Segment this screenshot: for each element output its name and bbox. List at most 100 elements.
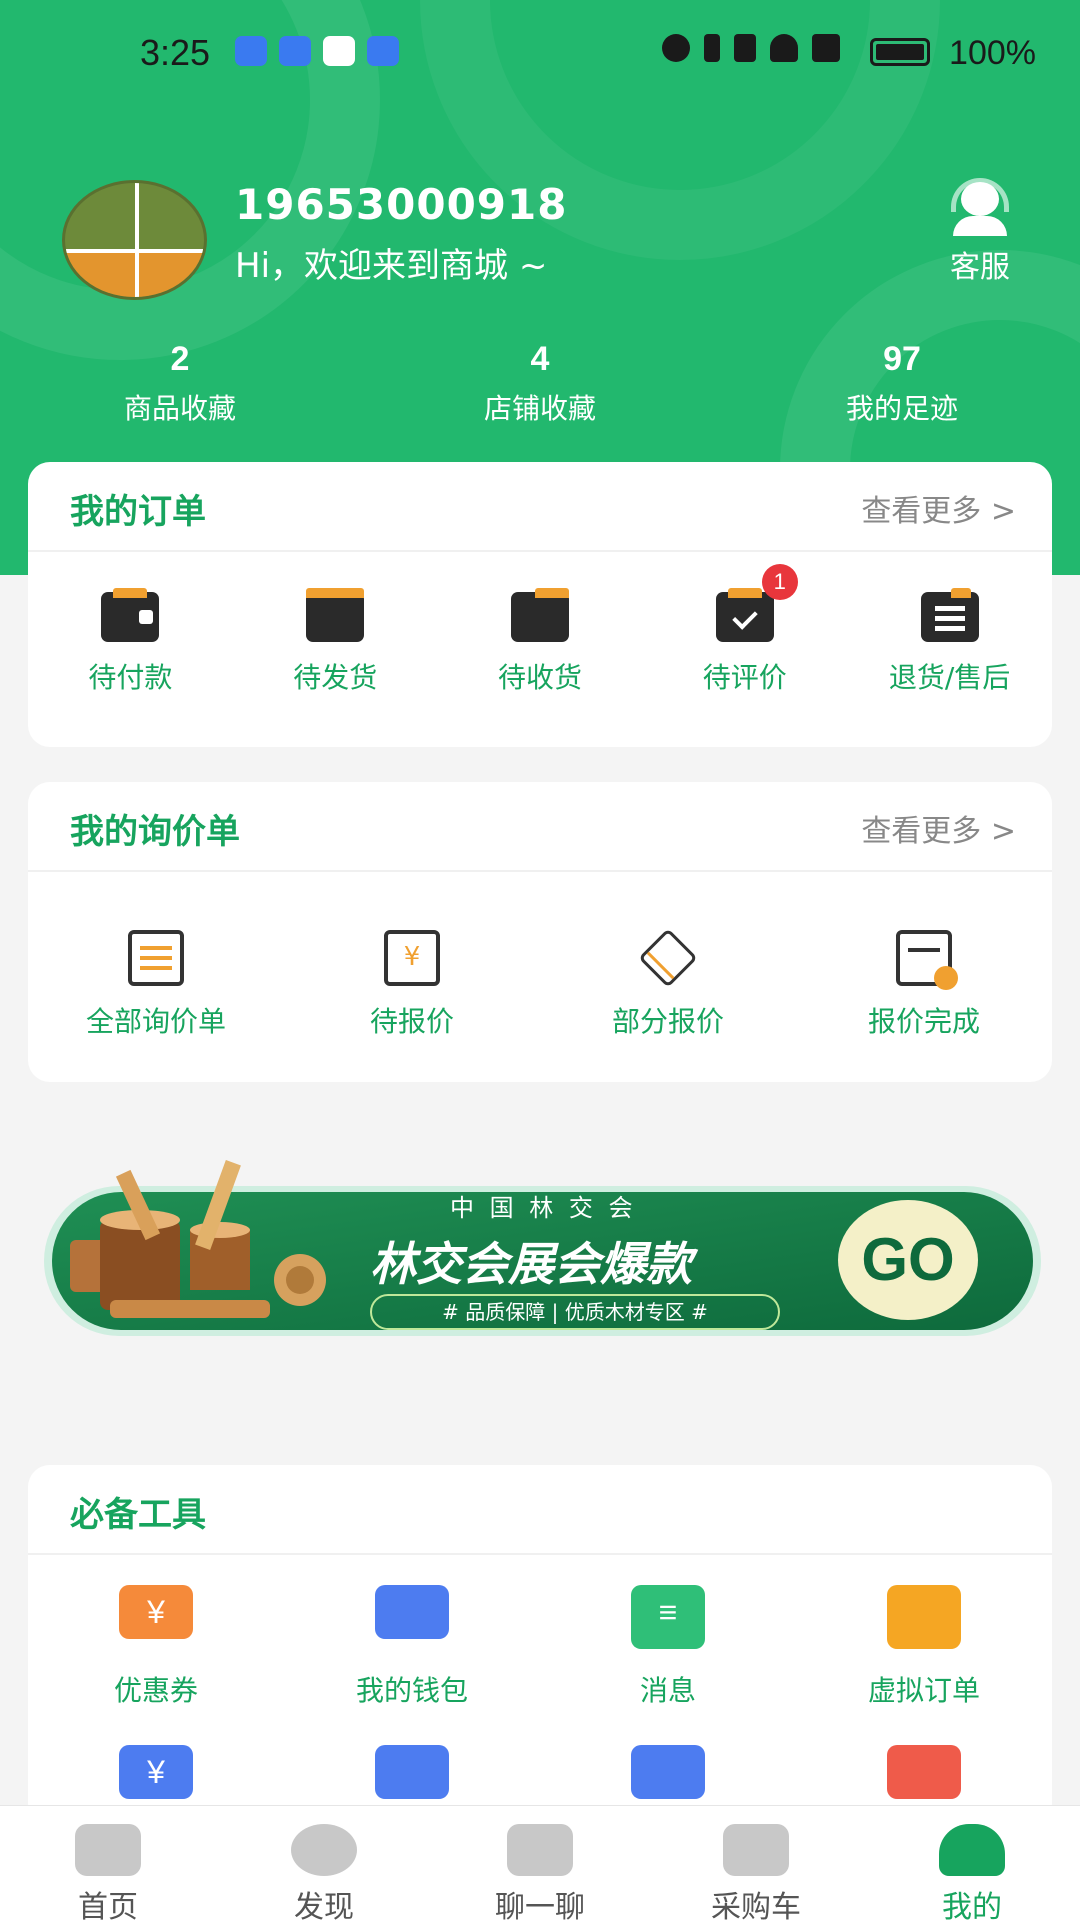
order-item-pending-shipment[interactable]: 待发货: [233, 588, 438, 696]
banner-org: 中 国 林 交 会: [450, 1194, 637, 1222]
tool-label: 优惠券: [113, 1674, 198, 1707]
inquiry-item-label: 待报价: [369, 1005, 454, 1038]
notification-icons: [235, 36, 399, 66]
eye-icon: [662, 34, 690, 62]
inquiry-item-quote-complete[interactable]: 报价完成: [796, 930, 1052, 1040]
compass-icon: [291, 1824, 357, 1876]
tool-messages[interactable]: ≡ 消息: [540, 1585, 796, 1709]
tool-label: 虚拟订单: [867, 1674, 980, 1707]
order-item-pending-receipt[interactable]: 待收货: [438, 588, 643, 696]
orders-card: 我的订单 查看更多 > 待付款 待发货 待收货 1 待评价 退货/售后: [28, 462, 1052, 747]
tools-card-header: 必备工具: [28, 1465, 1052, 1555]
inquiry-item-all[interactable]: 全部询价单: [28, 930, 284, 1040]
order-item-pending-review[interactable]: 1 待评价: [642, 564, 847, 696]
order-item-label: 待发货: [293, 661, 378, 694]
quote-bubble-icon: ¥: [384, 930, 440, 986]
inquiry-item-pending-quote[interactable]: ¥ 待报价: [284, 930, 540, 1040]
customer-service-button[interactable]: 客服: [940, 178, 1020, 286]
order-item-pending-payment[interactable]: 待付款: [28, 588, 233, 696]
inquiries-title: 我的询价单: [70, 812, 240, 852]
customer-service-label: 客服: [950, 250, 1010, 285]
tool-calendar[interactable]: [284, 1745, 540, 1799]
stat-favorite-shops[interactable]: 4 店铺收藏: [410, 340, 670, 427]
inquiries-more-link[interactable]: 查看更多 >: [861, 806, 1016, 850]
inquiry-status-row: 全部询价单 ¥ 待报价 部分报价 报价完成: [28, 928, 1052, 1040]
tools-row: ¥ 优惠券 我的钱包 ≡ 消息 虚拟订单: [28, 1585, 1052, 1709]
browser-icon: [323, 36, 355, 66]
stat-label: 店铺收藏: [483, 392, 596, 425]
wallet-icon: [101, 588, 160, 642]
order-item-label: 待收货: [497, 661, 582, 694]
tab-label: 发现: [294, 1890, 354, 1920]
tool-label: 我的钱包: [355, 1674, 468, 1707]
tab-discover[interactable]: 发现: [216, 1806, 432, 1920]
status-bar: 3:25 100%: [0, 28, 1080, 78]
tab-cart[interactable]: 采购车: [648, 1806, 864, 1920]
tool-label: 消息: [639, 1674, 696, 1707]
wallet-icon: [375, 1585, 449, 1639]
stat-favorite-products[interactable]: 2 商品收藏: [50, 340, 310, 427]
tab-mine[interactable]: 我的: [864, 1806, 1080, 1920]
wifi-icon: [770, 34, 798, 62]
battery-icon: [870, 38, 930, 66]
message-icon: ≡: [631, 1585, 705, 1649]
stat-label: 我的足迹: [845, 392, 958, 425]
battery-percent: 100%: [949, 34, 1036, 72]
order-status-row: 待付款 待发货 待收货 1 待评价 退货/售后: [28, 564, 1052, 696]
tool-shop[interactable]: [796, 1745, 1052, 1799]
order-item-label: 待评价: [702, 661, 787, 694]
orders-more-link[interactable]: 查看更多 >: [861, 486, 1016, 530]
review-badge: 1: [761, 564, 798, 600]
home-icon: [75, 1824, 141, 1876]
order-item-label: 待付款: [88, 661, 173, 694]
clipboard-icon: [128, 930, 184, 986]
orders-title: 我的订单: [70, 492, 206, 532]
edit-icon: [631, 1745, 705, 1799]
bottom-tab-bar: 首页 发现 聊一聊 采购车 我的: [0, 1805, 1080, 1920]
inquiries-card: 我的询价单 查看更多 > 全部询价单 ¥ 待报价 部分报价 报价完成: [28, 782, 1052, 1082]
stat-value: 2: [170, 340, 190, 378]
user-icon: [939, 1824, 1005, 1876]
inquiry-item-partial-quote[interactable]: 部分报价: [540, 928, 796, 1040]
review-icon: [715, 588, 774, 642]
tab-chat[interactable]: 聊一聊: [432, 1806, 648, 1920]
order-item-label: 退货/售后: [888, 661, 1011, 694]
tool-coupon[interactable]: ¥ 优惠券: [28, 1585, 284, 1709]
inquiry-item-label: 报价完成: [867, 1005, 980, 1038]
banner-headline: 林交会展会爆款: [370, 1237, 692, 1291]
tool-bill[interactable]: ¥: [28, 1745, 284, 1799]
stat-label: 商品收藏: [123, 392, 236, 425]
tool-virtual-orders[interactable]: 虚拟订单: [796, 1585, 1052, 1709]
headset-icon: [949, 178, 1011, 236]
status-time: 3:25: [140, 32, 211, 73]
tab-label: 我的: [942, 1890, 1002, 1920]
cart-icon: [723, 1824, 789, 1876]
avatar[interactable]: [62, 180, 207, 300]
stat-footprints[interactable]: 97 我的足迹: [772, 340, 1032, 427]
cloud-icon: [235, 36, 267, 66]
tab-label: 采购车: [711, 1890, 801, 1920]
vibrate-icon: [734, 34, 756, 62]
banner-go-button[interactable]: GO: [838, 1200, 978, 1320]
chat-icon: [507, 1824, 573, 1876]
stat-value: 97: [883, 340, 921, 378]
receive-icon: [510, 588, 569, 642]
tool-edit[interactable]: [540, 1745, 796, 1799]
greeting-text: Hi，欢迎来到商城 ~: [235, 246, 548, 286]
stat-value: 4: [530, 340, 550, 378]
alert-icon: [812, 34, 840, 62]
order-item-after-sales[interactable]: 退货/售后: [847, 588, 1052, 696]
tab-label: 聊一聊: [495, 1890, 585, 1920]
orders-card-header: 我的订单 查看更多 >: [28, 462, 1052, 552]
tab-home[interactable]: 首页: [0, 1806, 216, 1920]
promo-banner[interactable]: 中 国 林 交 会 林交会展会爆款 # 品质保障 | 优质木材专区 # GO: [40, 1159, 1045, 1360]
tools-card: 必备工具 ¥ 优惠券 我的钱包 ≡ 消息 虚拟订单 ¥: [28, 1465, 1052, 1825]
bluetooth-icon: [704, 34, 720, 62]
tool-wallet[interactable]: 我的钱包: [284, 1585, 540, 1709]
tools-title: 必备工具: [70, 1495, 206, 1535]
return-icon: [920, 588, 979, 642]
bill-icon: ¥: [119, 1745, 193, 1799]
search-app-icon: [279, 36, 311, 66]
music-icon: [367, 36, 399, 66]
inquiries-card-header: 我的询价单 查看更多 >: [28, 782, 1052, 872]
